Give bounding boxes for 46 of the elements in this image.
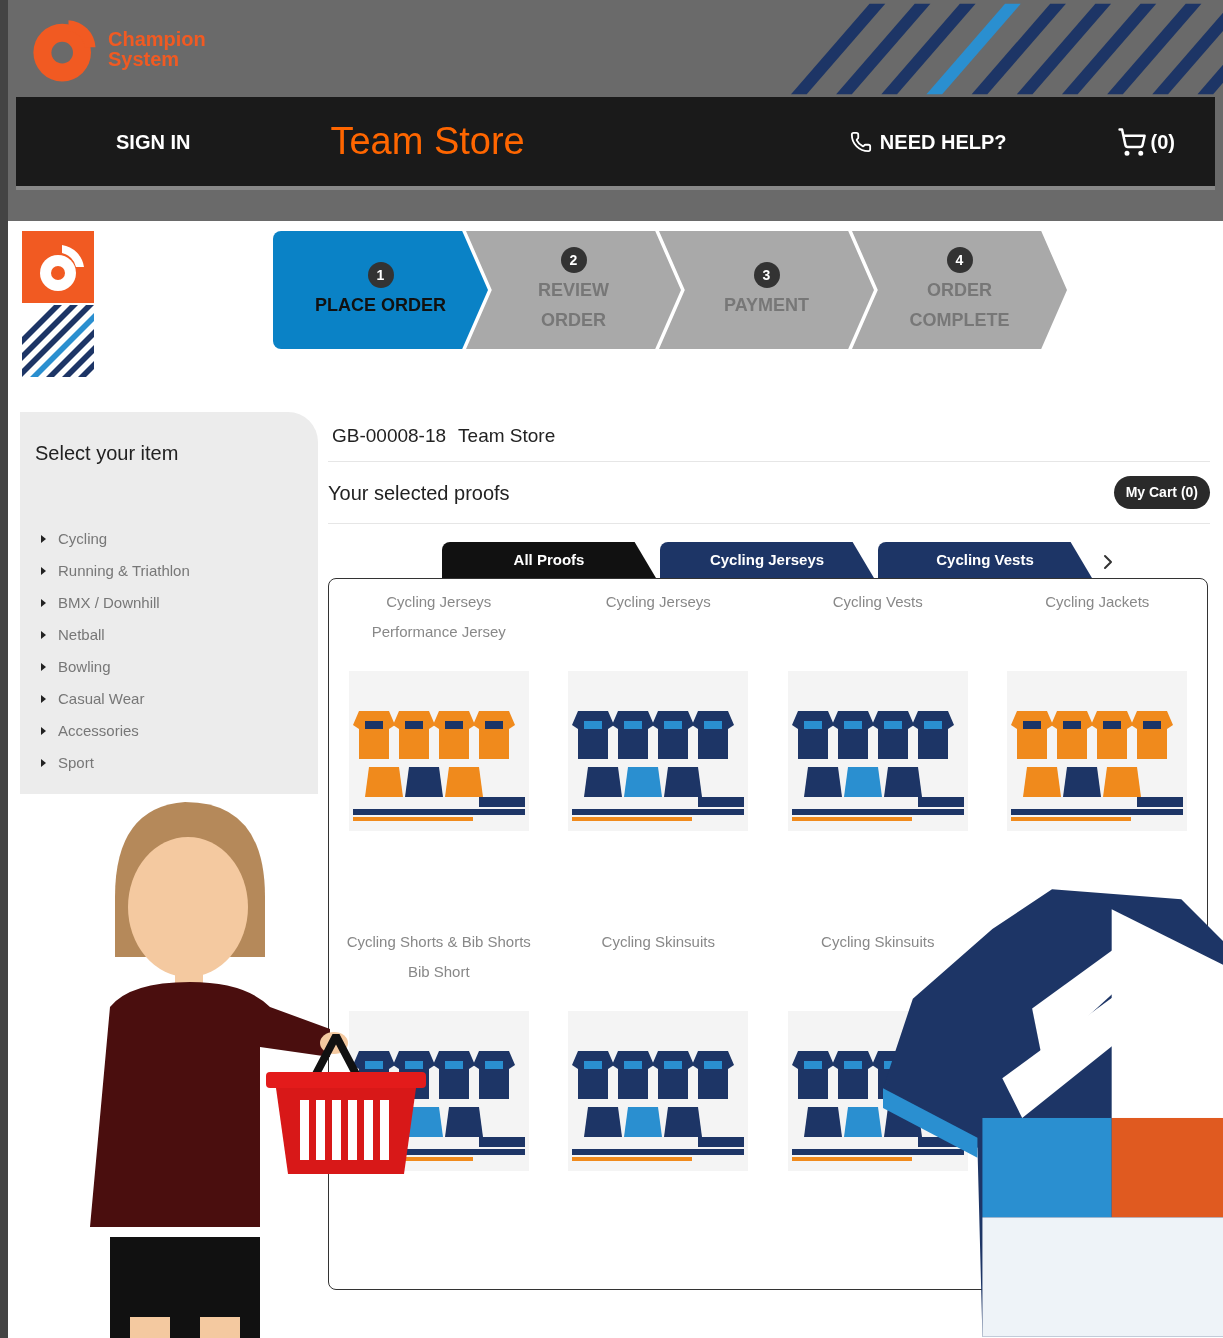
proof-category: Cycling Skinsuits [821,932,935,952]
logo-text: Champion [108,28,206,49]
triangle-icon [41,727,46,735]
triangle-icon [41,599,46,607]
triangle-icon [41,631,46,639]
page-title: Team Store [330,119,525,164]
category-link[interactable]: Cycling [41,528,318,550]
category-link[interactable]: Bowling [41,656,318,678]
category-link[interactable]: Accessories [41,720,318,742]
proof-category: Cycling Vests [832,592,923,612]
category-link[interactable]: Netball [41,624,318,646]
store-id: GB-00008-18 [332,424,447,449]
my-cart-button[interactable]: My Cart (0) [1113,476,1210,509]
logo-icon [22,231,94,377]
triangle-icon [41,695,46,703]
phone-icon [849,130,872,153]
proof-category: Cycling Jackets [1045,592,1150,612]
proof-category: Cycling Jerseys [605,592,711,612]
store-name: Team Store [458,424,556,449]
category-link[interactable]: Casual Wear [41,688,318,710]
step-number: 2 [560,247,587,273]
proof-name: Bib Short [407,962,470,982]
triangle-icon [41,663,46,671]
section-title: Your selected proofs [328,480,510,506]
sign-in-link[interactable]: SIGN IN [116,126,191,157]
proof-category: Cycling Skinsuits [601,932,715,952]
category-link[interactable]: Running & Triathlon [41,560,318,582]
triangle-icon [41,535,46,543]
cart-link[interactable]: (0) [1116,126,1175,157]
category-link[interactable]: Sport [41,752,318,774]
filter-tab[interactable]: Cycling Jerseys [660,542,874,578]
category-link[interactable]: BMX / Downhill [41,592,318,614]
sidebar-title: Select your item [35,441,180,466]
proof-name: Performance Jersey [371,622,506,642]
step-number: 4 [946,247,973,273]
filter-tab[interactable]: All Proofs [442,542,656,578]
step-number: 1 [367,262,394,288]
triangle-icon [41,567,46,575]
step-label: PLACE ORDER [315,294,446,317]
step-number: 3 [753,262,780,288]
help-link[interactable]: NEED HELP? [849,126,1007,157]
proof-category: Cycling Shorts & Bib Shorts [346,932,531,952]
filter-tab[interactable]: Cycling Vests [878,542,1092,578]
proof-category: Cycling Jerseys [386,592,492,612]
triangle-icon [41,759,46,767]
cart-icon [1116,126,1147,157]
